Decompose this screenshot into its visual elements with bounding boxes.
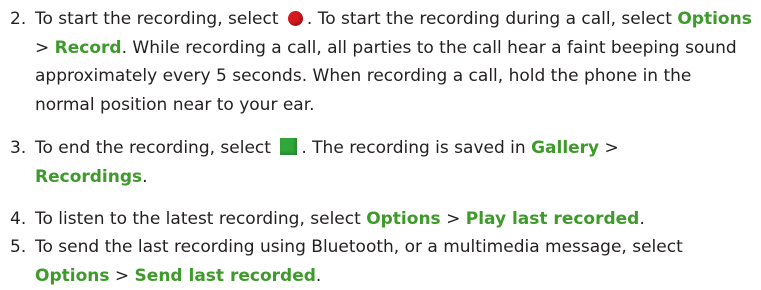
step-number: 4.: [10, 209, 27, 229]
menu-path-gallery: Gallery: [531, 138, 600, 158]
step-5: 5. To send the last recording using Blue…: [0, 233, 755, 290]
step-number: 2.: [10, 9, 27, 29]
step-3: 3. To end the recording, select . The re…: [0, 134, 755, 191]
menu-path-options: Options: [677, 9, 752, 29]
step-number: 5.: [10, 237, 27, 257]
record-icon: [287, 11, 303, 26]
step-text: To start the recording, select . To star…: [35, 9, 752, 115]
step-number: 3.: [10, 138, 27, 158]
menu-path-recordings: Recordings: [35, 166, 143, 187]
menu-path-play-last-recorded: Play last recorded: [465, 209, 640, 229]
step-2: 2. To start the recording, select . To s…: [0, 5, 755, 119]
step-4: 4. To listen to the latest recording, se…: [0, 205, 755, 234]
step-text: To end the recording, select . The recor…: [35, 138, 619, 187]
menu-path-record: Record: [54, 37, 122, 58]
step-text: To listen to the latest recording, selec…: [35, 209, 645, 229]
instruction-steps: 2. To start the recording, select . To s…: [0, 0, 761, 288]
menu-path-options: Options: [366, 209, 441, 229]
step-text: To send the last recording using Bluetoo…: [35, 237, 683, 286]
menu-path-send-last-recorded: Send last recorded: [134, 265, 316, 286]
menu-path-options: Options: [35, 265, 110, 286]
stop-icon: [280, 138, 298, 155]
